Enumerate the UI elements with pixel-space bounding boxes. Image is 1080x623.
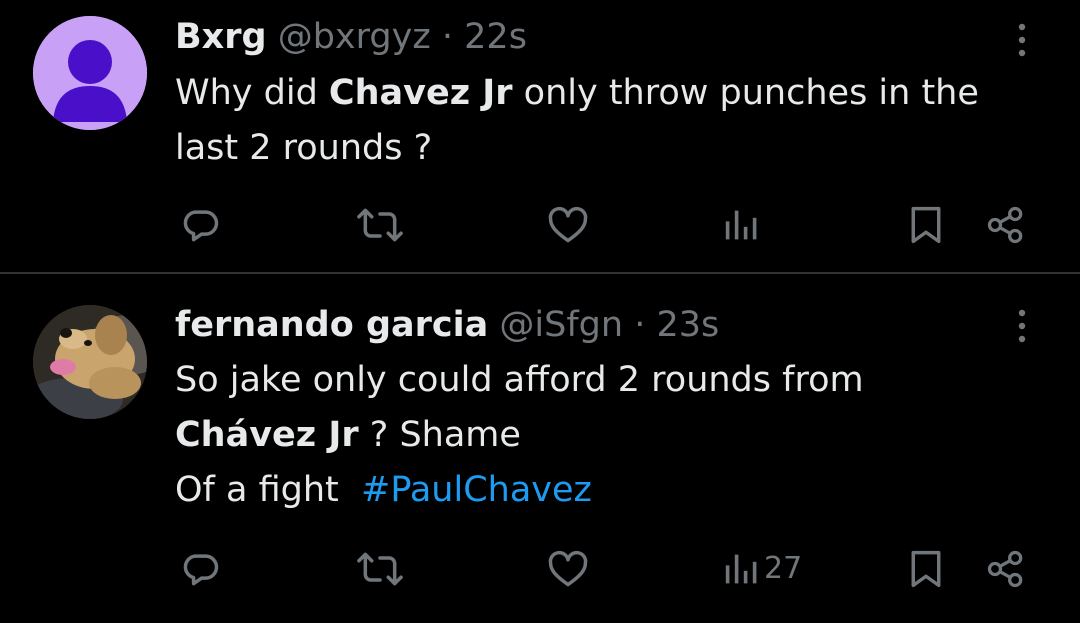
- reply-button[interactable]: [178, 200, 222, 250]
- more-options-button[interactable]: [1010, 20, 1034, 60]
- avatar[interactable]: [33, 305, 147, 419]
- bookmark-icon: [911, 206, 941, 244]
- views-button[interactable]: 27: [724, 544, 802, 594]
- author-name[interactable]: fernando garcia: [175, 305, 488, 345]
- reply-icon: [183, 554, 219, 586]
- more-vertical-icon: [1018, 23, 1026, 57]
- tweet[interactable]: fernando garcia @iSfgn · 23s So jake onl…: [0, 274, 1080, 623]
- tweet-text: Why did Chavez Jr only throw punches in …: [175, 66, 1055, 176]
- tweet-text-line: Of a fight #PaulChavez: [175, 463, 1055, 518]
- share-icon: [987, 550, 1023, 588]
- bookmark-icon: [911, 550, 941, 588]
- retweet-button[interactable]: [356, 544, 404, 594]
- tweet-header: Bxrg @bxrgyz · 22s: [175, 14, 527, 60]
- tweet-header: fernando garcia @iSfgn · 23s: [175, 302, 719, 348]
- retweet-button[interactable]: [356, 200, 404, 250]
- tweet-text-line: Why did Chavez Jr only throw punches in …: [175, 66, 1055, 121]
- tweet[interactable]: Bxrg @bxrgyz · 22s Why did Chavez Jr onl…: [0, 0, 1080, 272]
- retweet-icon: [357, 552, 403, 586]
- avatar[interactable]: [33, 16, 147, 130]
- bookmark-button[interactable]: [906, 544, 946, 594]
- text-segment: only throw punches in the: [512, 73, 979, 113]
- text-segment: ? Shame: [358, 415, 521, 455]
- timestamp[interactable]: 22s: [464, 17, 527, 57]
- separator-dot: ·: [441, 17, 454, 57]
- like-button[interactable]: [546, 544, 590, 594]
- reply-button[interactable]: [178, 544, 222, 594]
- hashtag-link[interactable]: #PaulChavez: [361, 470, 592, 510]
- share-icon: [987, 206, 1023, 244]
- bold-text: Chavez Jr: [328, 73, 513, 113]
- dog-photo-avatar: [33, 305, 147, 419]
- default-avatar-icon: [33, 16, 147, 130]
- share-button[interactable]: [984, 544, 1028, 594]
- author-name[interactable]: Bxrg: [175, 17, 267, 57]
- action-bar: [0, 200, 1080, 250]
- like-button[interactable]: [546, 200, 590, 250]
- views-icon: [725, 210, 757, 240]
- tweet-text-line: last 2 rounds ?: [175, 128, 433, 168]
- text-segment: Why did: [175, 73, 329, 113]
- bold-text: Chávez Jr: [175, 415, 359, 455]
- like-icon: [548, 206, 588, 243]
- retweet-icon: [357, 208, 403, 242]
- views-icon: [725, 554, 757, 584]
- more-vertical-icon: [1018, 309, 1026, 343]
- tweet-text-line: So jake only could afford 2 rounds from: [175, 360, 864, 400]
- timestamp[interactable]: 23s: [657, 305, 720, 345]
- reply-icon: [183, 210, 219, 242]
- more-options-button[interactable]: [1010, 306, 1034, 346]
- author-handle[interactable]: @iSfgn: [499, 305, 623, 345]
- bookmark-button[interactable]: [906, 200, 946, 250]
- text-segment: Of a fight: [175, 470, 361, 510]
- views-button[interactable]: [724, 200, 764, 250]
- share-button[interactable]: [984, 200, 1028, 250]
- author-handle[interactable]: @bxrgyz: [278, 17, 431, 57]
- tweet-text: So jake only could afford 2 rounds from …: [175, 353, 1055, 518]
- separator-dot: ·: [634, 305, 646, 345]
- like-icon: [548, 550, 588, 587]
- views-count: 27: [764, 551, 803, 586]
- tweet-text-line: Chávez Jr ? Shame: [175, 408, 1055, 463]
- action-bar: 27: [0, 544, 1080, 594]
